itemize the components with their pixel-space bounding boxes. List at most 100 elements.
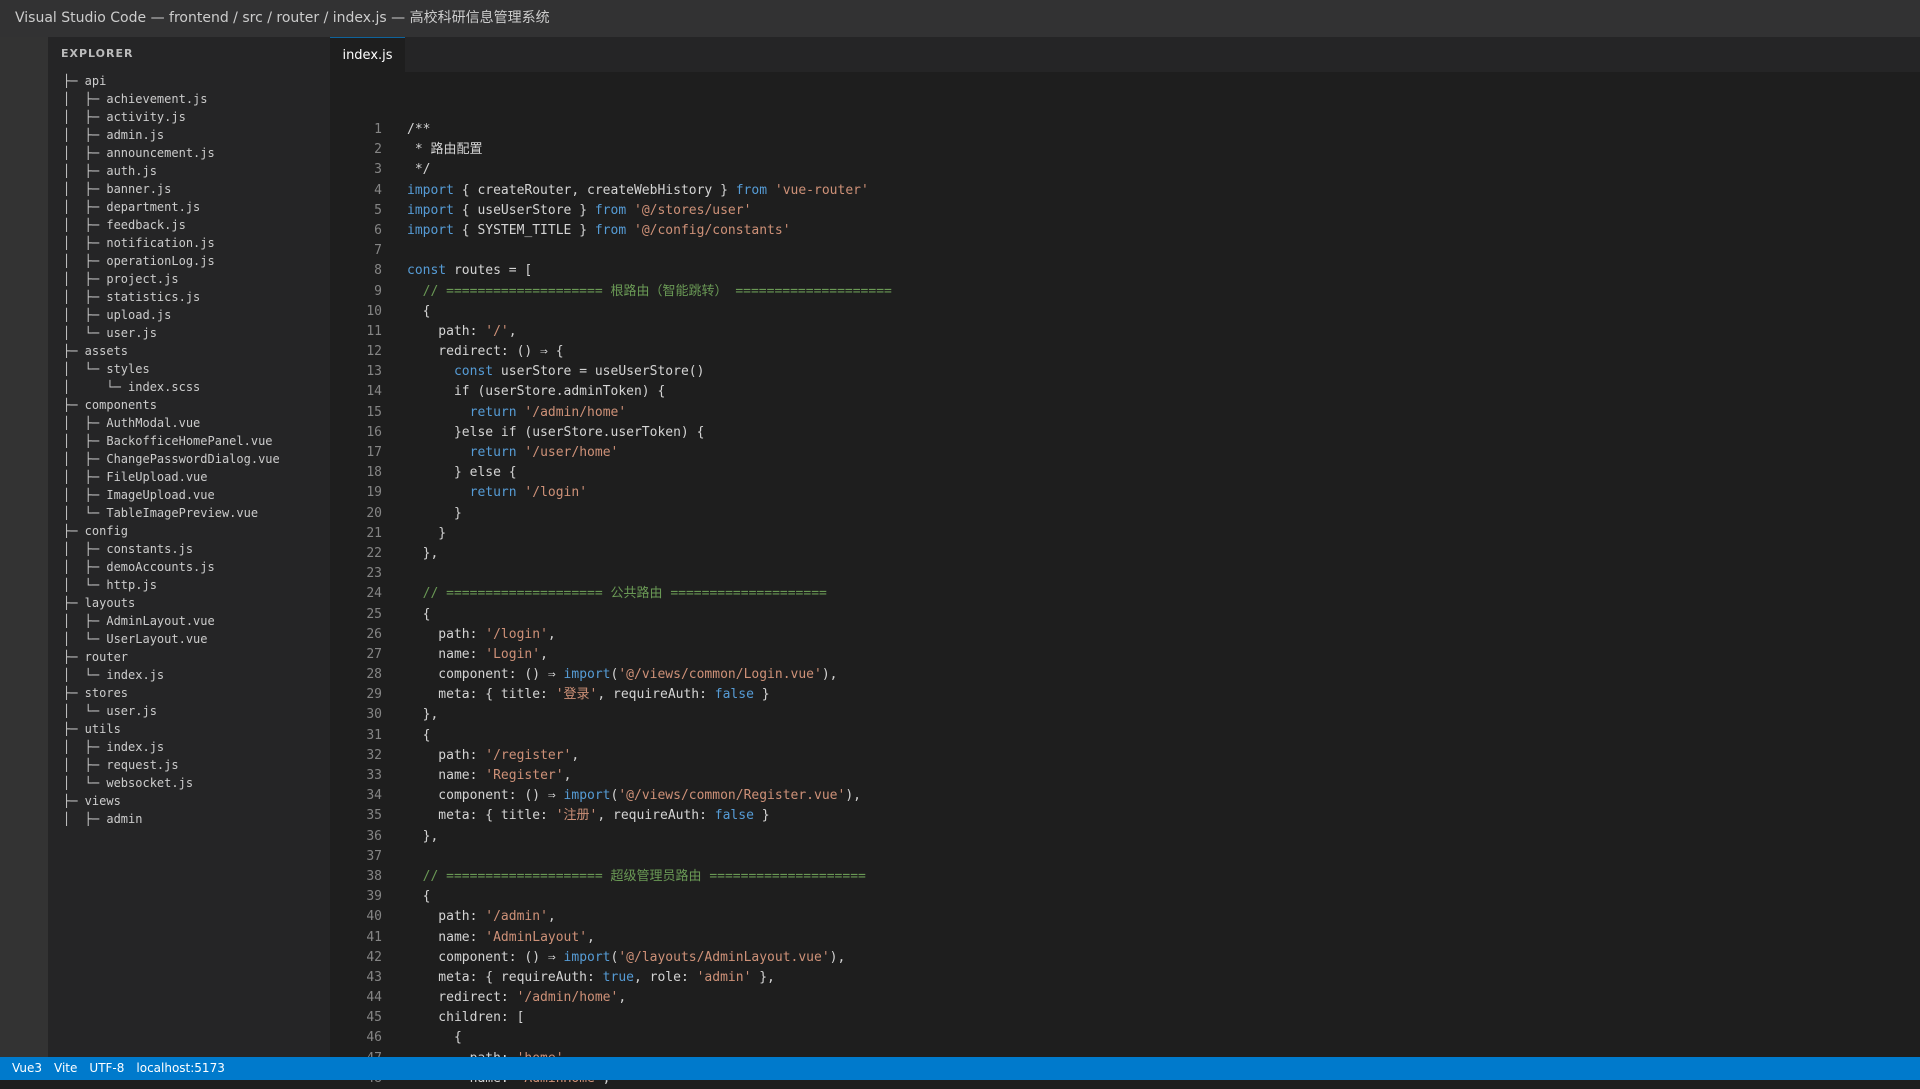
tree-item[interactable]: │ ├─ upload.js [48, 306, 330, 324]
code-line: 9 // ==================== 根路由（智能跳转） ====… [330, 282, 1920, 302]
tree-item[interactable]: ├─ layouts [48, 594, 330, 612]
tree-item[interactable]: │ ├─ banner.js [48, 180, 330, 198]
tree-item[interactable]: │ ├─ activity.js [48, 108, 330, 126]
line-number: 32 [366, 747, 382, 763]
status-item[interactable]: Vite [42, 1057, 77, 1080]
code-line: 38 // ==================== 超级管理员路由 =====… [330, 867, 1920, 887]
tree-item[interactable]: │ ├─ department.js [48, 198, 330, 216]
tree-item[interactable]: │ ├─ AdminLayout.vue [48, 612, 330, 630]
tree-item[interactable]: │ └─ UserLayout.vue [48, 630, 330, 648]
code-line: 3 */ [330, 160, 1920, 180]
tree-item[interactable]: │ ├─ notification.js [48, 234, 330, 252]
code-text: return '/user/home' [469, 445, 619, 460]
code-line: 4 import { createRouter, createWebHistory… [330, 181, 1920, 201]
code-line: 34 component: () ⇒ import('@/views/commo… [330, 786, 1920, 806]
tree-item[interactable]: │ ├─ BackofficeHomePanel.vue [48, 432, 330, 450]
code-text: name: 'Register', [407, 768, 572, 783]
code-line: 43 meta: { requireAuth: true, role: 'adm… [330, 968, 1920, 988]
line-number: 31 [366, 727, 382, 743]
tree-item[interactable]: │ ├─ project.js [48, 270, 330, 288]
code-text: path: '/register', [407, 747, 580, 763]
tree-item[interactable]: │ ├─ admin [48, 810, 330, 828]
tree-item[interactable]: │ └─ index.js [48, 666, 330, 684]
explorer-title: EXPLORER [61, 47, 134, 60]
code-text: import { SYSTEM_TITLE } from '@/config/c… [407, 222, 791, 238]
code-line: 20 } [330, 504, 1920, 524]
line-number: 8 [374, 263, 382, 279]
code-line: 35 meta: { title: '注册', requireAuth: fal… [330, 806, 1920, 826]
line-number: 10 [366, 303, 382, 319]
tree-item[interactable]: │ └─ TableImagePreview.vue [48, 504, 330, 522]
tree-item[interactable]: │ ├─ announcement.js [48, 144, 330, 162]
code-text: redirect: () ⇒ { [407, 344, 564, 360]
code-editor[interactable]: 1/** 2 * 路由配置 3 */4 import { createRouter, … [330, 72, 1920, 1089]
editor-area: index.js 1/** 2 * 路由配置 3 */4 import { creat… [330, 37, 1920, 1086]
code-text: /** [407, 122, 431, 137]
line-number: 19 [366, 485, 382, 501]
tree-item[interactable]: ├─ views [48, 792, 330, 810]
tree-item[interactable]: │ ├─ statistics.js [48, 288, 330, 306]
line-number: 2 [374, 142, 382, 158]
tree-item[interactable]: ├─ components [48, 396, 330, 414]
tree-item[interactable]: │ └─ websocket.js [48, 774, 330, 792]
line-number: 12 [366, 344, 382, 360]
line-number: 46 [366, 1030, 382, 1046]
code-text: { [407, 606, 431, 622]
tree-item[interactable]: │ ├─ request.js [48, 756, 330, 774]
line-number: 25 [366, 606, 382, 622]
code-text: const userStore = useUserStore() [453, 364, 705, 380]
tree-item[interactable]: │ └─ index.scss [48, 378, 330, 396]
line-number: 22 [366, 545, 382, 561]
line-number: 40 [366, 909, 382, 925]
code-text: }else if (userStore.userToken) { [407, 424, 705, 440]
tree-item[interactable]: │ ├─ admin.js [48, 126, 330, 144]
code-line: 7 [330, 241, 1920, 261]
tree-item[interactable]: ├─ config [48, 522, 330, 540]
tree-item[interactable]: ├─ assets [48, 342, 330, 360]
tree-item[interactable]: ├─ router [48, 648, 330, 666]
tree-item[interactable]: │ ├─ operationLog.js [48, 252, 330, 270]
code-line: 19 return '/login' [330, 483, 1920, 503]
code-line: 5 import { useUserStore } from '@/stores/… [330, 201, 1920, 221]
tree-item[interactable]: ├─ utils [48, 720, 330, 738]
status-item[interactable]: Vue3 [0, 1057, 42, 1080]
line-number: 45 [366, 1010, 382, 1026]
code-line: 15 return '/admin/home' [330, 403, 1920, 423]
tree-item[interactable]: │ ├─ index.js [48, 738, 330, 756]
code-text: meta: { requireAuth: true, role: 'admin'… [407, 969, 775, 985]
tree-item[interactable]: │ ├─ achievement.js [48, 90, 330, 108]
code-text: { [407, 303, 431, 319]
tree-item[interactable]: │ ├─ ChangePasswordDialog.vue [48, 450, 330, 468]
status-item[interactable]: localhost:5173 [124, 1057, 224, 1080]
code-text: meta: { title: '注册', requireAuth: false … [407, 808, 770, 824]
code-text: component: () ⇒ import('@/layouts/AdminL… [407, 949, 846, 965]
tree-item[interactable]: │ ├─ demoAccounts.js [48, 558, 330, 576]
tree-item[interactable]: │ ├─ constants.js [48, 540, 330, 558]
line-number: 30 [366, 707, 382, 723]
tree-item[interactable]: │ ├─ auth.js [48, 162, 330, 180]
code-text: }, [407, 707, 439, 723]
code-text: return '/admin/home' [469, 404, 627, 420]
tree-item[interactable]: │ └─ http.js [48, 576, 330, 594]
tree-item[interactable]: │ └─ styles [48, 360, 330, 378]
code-line: 2 * 路由配置 [330, 140, 1920, 160]
tree-item[interactable]: │ ├─ FileUpload.vue [48, 468, 330, 486]
code-line: 41 name: 'AdminLayout', [330, 928, 1920, 948]
code-line: 1 /** [330, 120, 1920, 140]
tree-item[interactable]: │ ├─ feedback.js [48, 216, 330, 234]
tree-item[interactable]: ├─ stores [48, 684, 330, 702]
tab-index-js[interactable]: index.js [330, 37, 405, 72]
status-item[interactable]: UTF-8 [77, 1057, 124, 1080]
editor-tab-bar: index.js [330, 37, 1920, 72]
line-number: 42 [366, 949, 382, 965]
tree-item[interactable]: │ └─ user.js [48, 702, 330, 720]
tree-item[interactable]: │ ├─ AuthModal.vue [48, 414, 330, 432]
tree-item[interactable]: │ ├─ ImageUpload.vue [48, 486, 330, 504]
code-line: 8 const routes = [ [330, 261, 1920, 281]
code-text: { [407, 889, 431, 905]
tree-item[interactable]: ├─ api [48, 72, 330, 90]
line-number: 7 [374, 243, 382, 259]
line-number: 37 [366, 848, 382, 864]
code-text: { [407, 1030, 462, 1046]
tree-item[interactable]: │ └─ user.js [48, 324, 330, 342]
